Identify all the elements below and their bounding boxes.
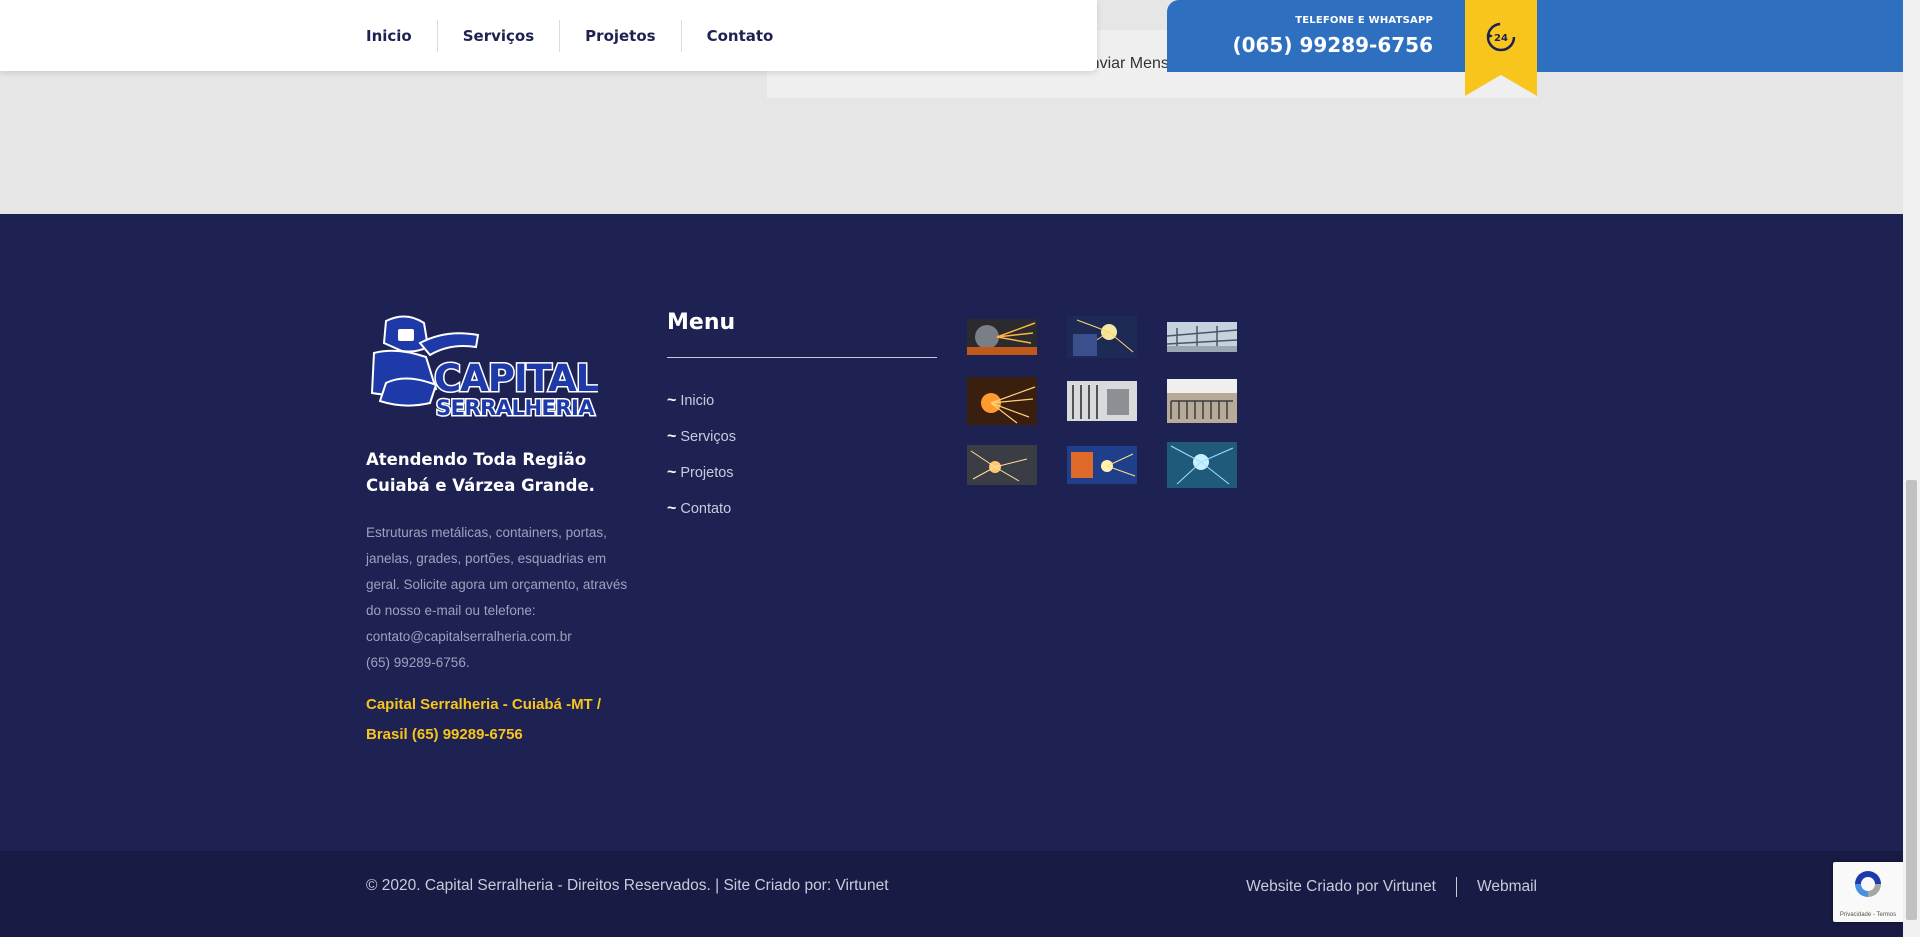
nav-item-inicio[interactable]: Inicio (366, 20, 437, 52)
gallery-thumb-structure[interactable] (1167, 313, 1237, 361)
capital-serralheria-logo[interactable]: CAPITAL SERRALHERIA (366, 313, 601, 422)
phone-label: TELEFONE E WHATSAPP (1295, 15, 1433, 26)
gallery-thumb-sparks[interactable] (967, 377, 1037, 425)
footer-menu-divider (667, 357, 937, 358)
clock-24h-icon: 24 (1486, 22, 1516, 52)
about-line: do nosso e-mail ou telefone: (366, 603, 536, 618)
footer-gallery (967, 313, 1237, 489)
grinder-photo-icon (967, 445, 1037, 485)
footer-address: Capital Serralheria - Cuiabá -MT / Brasi… (366, 696, 602, 743)
blue-welding-photo-icon (1067, 446, 1137, 484)
steel-structure-photo-icon (1167, 322, 1237, 352)
main-nav: Inicio Serviços Projetos Contato (366, 0, 798, 71)
recaptcha-badge[interactable]: Privacidade - Termos (1833, 862, 1903, 922)
footer-link-projetos[interactable]: Projetos (680, 465, 733, 481)
gallery-thumb-factory[interactable] (1167, 441, 1237, 489)
about-line: geral. Solicite agora um orçamento, atra… (366, 577, 628, 592)
about-line: Estruturas metálicas, containers, portas… (366, 525, 607, 540)
recaptcha-privacy-terms[interactable]: Privacidade - Termos (1833, 912, 1903, 918)
navbar: Inicio Serviços Projetos Contato (0, 0, 1097, 71)
nav-item-contato[interactable]: Contato (680, 19, 799, 52)
page-scrollbar[interactable] (1903, 0, 1920, 937)
phone-number[interactable]: (065) 99289-6756 (1232, 33, 1433, 57)
footer-menu-item: ~ Projetos (667, 460, 736, 496)
footer-bottom-bar: © 2020. Capital Serralheria - Direitos R… (0, 851, 1903, 937)
footer-link-contato[interactable]: Contato (680, 501, 731, 517)
grinding-photo-icon (967, 319, 1037, 355)
link-divider (1455, 877, 1457, 897)
copyright-text: © 2020. Capital Serralheria - Direitos R… (366, 877, 889, 894)
sparks-photo-icon (967, 377, 1037, 425)
welder-logo-icon: CAPITAL SERRALHERIA (370, 315, 601, 422)
virtunet-credit-link[interactable]: Website Criado por Virtunet (1246, 878, 1436, 896)
logo-wordmark-capital: CAPITAL (434, 357, 598, 400)
footer-menu-item: ~ Serviços (667, 424, 736, 460)
logo-wordmark-serralheria: SERRALHERIA (436, 396, 595, 420)
footer-tagline: Atendendo Toda Região Cuiabá e Várzea Gr… (366, 450, 595, 495)
factory-welding-photo-icon (1167, 442, 1237, 488)
footer-about-text: Estruturas metálicas, containers, portas… (366, 520, 641, 676)
tilde-bullet-icon: ~ (667, 392, 677, 409)
about-phone: (65) 99289-6756. (366, 655, 470, 670)
clock-24h-label: 24 (1494, 33, 1508, 44)
footer-link-inicio[interactable]: Inicio (680, 393, 714, 409)
tilde-bullet-icon: ~ (667, 500, 677, 517)
tilde-bullet-icon: ~ (667, 428, 677, 445)
tilde-bullet-icon: ~ (667, 464, 677, 481)
footer-menu-item: ~ Inicio (667, 388, 736, 424)
nav-item-projetos[interactable]: Projetos (559, 19, 680, 52)
webmail-link[interactable]: Webmail (1477, 878, 1537, 896)
gallery-thumb-grinding[interactable] (967, 313, 1037, 361)
recaptcha-icon (1855, 871, 1881, 897)
about-email[interactable]: contato@capitalserralheria.com.br (366, 624, 641, 650)
nav-item-servicos[interactable]: Serviços (436, 19, 559, 52)
footer-menu-title: Menu (667, 310, 736, 335)
gallery-thumb-balcony[interactable] (1167, 377, 1237, 425)
welder-photo-icon (1067, 316, 1137, 358)
scrollbar-thumb[interactable] (1906, 480, 1917, 920)
balcony-photo-icon (1167, 379, 1237, 423)
footer-link-servicos[interactable]: Serviços (680, 429, 736, 445)
gate-photo-icon (1067, 381, 1137, 421)
bottom-links: Website Criado por Virtunet Webmail (1246, 877, 1537, 897)
gallery-thumb-grinder[interactable] (967, 441, 1037, 489)
gallery-thumb-gate[interactable] (1067, 377, 1137, 425)
about-line: janelas, grades, portões, esquadrias em (366, 551, 607, 566)
gallery-thumb-welding-blue[interactable] (1067, 441, 1137, 489)
footer-menu-item: ~ Contato (667, 496, 736, 532)
gallery-thumb-welder[interactable] (1067, 313, 1137, 361)
footer-menu: ~ Inicio ~ Serviços ~ Projetos ~ Contato (667, 388, 736, 532)
